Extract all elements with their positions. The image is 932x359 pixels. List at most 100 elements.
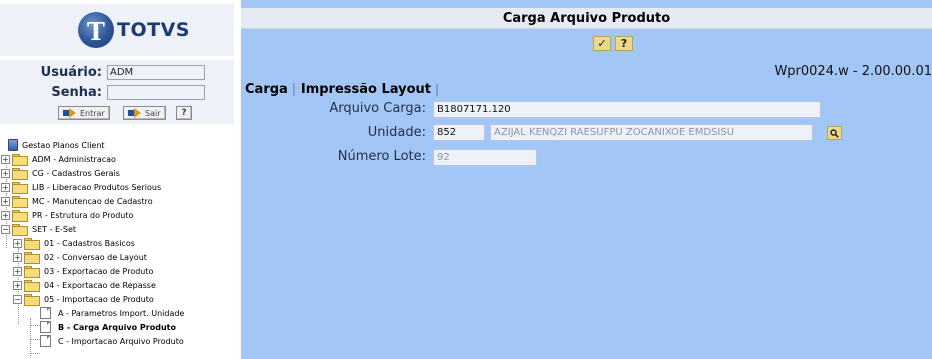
tree-item-label: 01 - Cadastros Basicos	[44, 238, 135, 248]
program-version: Wpr0024.w - 2.00.00.01	[774, 64, 932, 79]
tree-item-mc[interactable]: + MC - Manutencao de Cadastro	[1, 194, 153, 208]
totvs-logo: T TOTVS	[78, 12, 190, 48]
tree-item-label: PR - Estrutura do Produto	[32, 210, 134, 220]
unidade-name-field	[490, 124, 813, 141]
tab-carga[interactable]: Carga	[245, 82, 288, 97]
tree-item-label: 03 - Exportacao de Produto	[44, 266, 154, 276]
arquivo-carga-label: Arquivo Carga:	[329, 101, 426, 116]
tree-item-set-02[interactable]: + 02 - Conversao de Layout	[13, 250, 147, 264]
folder-icon	[24, 251, 40, 264]
folder-icon	[12, 209, 28, 222]
screen-title: Carga Arquivo Produto	[502, 10, 671, 26]
help-icon: ?	[620, 37, 628, 50]
tree-item-set-01[interactable]: + 01 - Cadastros Basicos	[13, 236, 135, 250]
tab-bar: Carga | Impressão Layout |	[245, 82, 444, 97]
tree-item-label: ADM - Administracao	[32, 154, 116, 164]
expand-icon[interactable]: +	[1, 168, 10, 178]
tree-item-label: A - Parametros Import. Unidade	[58, 308, 185, 318]
tree-item-import-a[interactable]: A - Parametros Import. Unidade	[40, 306, 184, 320]
tab-impressao-layout[interactable]: Impressão Layout	[301, 82, 431, 97]
tab-separator: |	[291, 82, 296, 96]
expand-icon[interactable]: +	[1, 210, 10, 220]
confirm-button[interactable]: ✓	[593, 36, 611, 51]
tree-item-label: C - Importacao Arquivo Produto	[58, 336, 184, 346]
tree-item-set-03[interactable]: + 03 - Exportacao de Produto	[13, 264, 153, 278]
collapse-icon[interactable]: −	[1, 224, 10, 234]
folder-icon	[12, 195, 28, 208]
tree-item-label: B - Carga Arquivo Produto	[58, 322, 176, 332]
enter-arrow-icon	[63, 108, 77, 118]
tree-root-label: Gestao Planos Client	[22, 140, 105, 150]
tree-item-pr[interactable]: + PR - Estrutura do Produto	[1, 208, 133, 222]
tree-item-adm[interactable]: + ADM - Administracao	[1, 152, 116, 166]
tree-item-import-c[interactable]: C - Importacao Arquivo Produto	[40, 334, 184, 348]
folder-icon	[24, 237, 40, 250]
folder-icon	[12, 181, 28, 194]
expand-icon[interactable]: +	[13, 280, 22, 290]
unidade-search-button[interactable]	[827, 126, 842, 140]
tree-item-label: 02 - Conversao de Layout	[44, 252, 147, 262]
document-icon	[40, 307, 51, 319]
folder-open-icon	[24, 293, 40, 306]
logo-letter: T	[87, 17, 105, 46]
tree-item-set-05[interactable]: − 05 - Importacao de Produto	[13, 292, 154, 306]
folder-icon	[12, 167, 28, 180]
tree-item-cg[interactable]: + CG - Cadastros Gerais	[1, 166, 120, 180]
exit-arrow-icon	[128, 108, 142, 118]
tree-connector	[30, 353, 40, 354]
tree-connector	[30, 325, 40, 326]
document-icon	[40, 335, 51, 347]
password-input[interactable]	[107, 85, 205, 100]
login-help-button[interactable]: ?	[176, 106, 192, 120]
tree-item-label: 04 - Exportacao de Repasse	[44, 280, 156, 290]
expand-icon[interactable]: +	[13, 238, 22, 248]
tree-item-label: CG - Cadastros Gerais	[32, 168, 120, 178]
tab-separator: |	[435, 82, 440, 96]
tree-item-set[interactable]: − SET - E-Set	[1, 222, 76, 236]
collapse-icon[interactable]: −	[13, 294, 22, 304]
numero-lote-label: Número Lote:	[337, 149, 426, 164]
tree-connector	[30, 339, 40, 340]
expand-icon[interactable]: +	[1, 154, 10, 164]
user-input[interactable]	[107, 65, 205, 80]
tree-item-label: 05 - Importacao de Produto	[44, 294, 154, 304]
tree-item-set-04[interactable]: + 04 - Exportacao de Repasse	[13, 278, 156, 292]
main-panel: Carga Arquivo Produto ✓ ? Wpr0024.w - 2.…	[241, 0, 932, 359]
expand-icon[interactable]: +	[13, 266, 22, 276]
folder-open-icon	[12, 223, 28, 236]
logo-text: TOTVS	[117, 19, 190, 41]
user-label: Usuário:	[40, 65, 102, 80]
screen-title-bar: Carga Arquivo Produto	[241, 8, 932, 29]
enter-button-label: Entrar	[80, 108, 105, 118]
toolbar: ✓ ?	[593, 36, 633, 51]
tree-item-label: MC - Manutencao de Cadastro	[32, 196, 153, 206]
expand-icon[interactable]: +	[1, 196, 10, 206]
expand-icon[interactable]: +	[13, 252, 22, 262]
enter-button[interactable]: Entrar	[58, 106, 110, 120]
unidade-label: Unidade:	[367, 125, 426, 140]
folder-icon	[24, 265, 40, 278]
exit-button[interactable]: Sair	[123, 106, 166, 120]
check-icon: ✓	[597, 37, 607, 50]
tree-item-import-b[interactable]: B - Carga Arquivo Produto	[40, 320, 176, 334]
help-button[interactable]: ?	[615, 36, 633, 51]
exit-button-label: Sair	[145, 108, 161, 118]
document-icon	[40, 321, 51, 333]
numero-lote-field	[433, 149, 537, 166]
unidade-code-input[interactable]	[433, 124, 485, 141]
tree-item-label: SET - E-Set	[32, 224, 77, 234]
left-panel: T TOTVS Usuário: Senha: Entrar Sair ? Ge…	[0, 0, 234, 359]
folder-icon	[24, 279, 40, 292]
password-label: Senha:	[51, 85, 102, 100]
search-icon	[830, 128, 839, 138]
tree-item-label: LIB - Liberacao Produtos Serious	[32, 182, 162, 192]
tree-root[interactable]: Gestao Planos Client	[6, 138, 105, 152]
totvs-logo-icon: T	[78, 12, 114, 48]
folder-icon	[12, 153, 28, 166]
tree-item-lib[interactable]: + LIB - Liberacao Produtos Serious	[1, 180, 161, 194]
client-icon	[8, 139, 18, 151]
arquivo-carga-input[interactable]	[433, 101, 821, 118]
login-box: Usuário: Senha: Entrar Sair ?	[0, 60, 234, 124]
logo-area: T TOTVS	[0, 4, 234, 56]
expand-icon[interactable]: +	[1, 182, 10, 192]
